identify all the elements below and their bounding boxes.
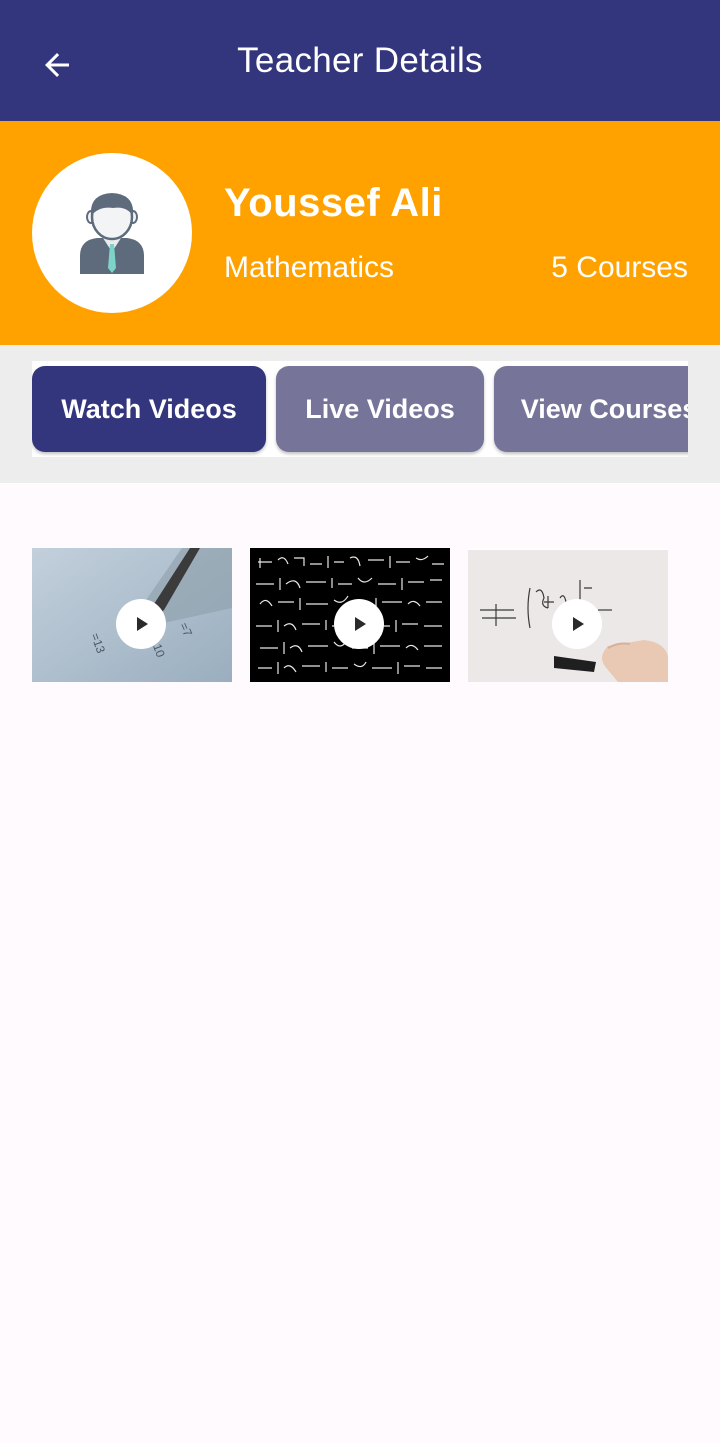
teacher-avatar-icon [80, 193, 144, 274]
arrow-left-icon [45, 53, 69, 77]
course-count: 5 Courses [551, 251, 688, 284]
video-card[interactable] [250, 548, 450, 682]
teacher-subject: Mathematics [224, 251, 395, 284]
play-icon [573, 617, 584, 631]
teacher-name: Youssef Ali [224, 181, 443, 225]
play-icon [355, 617, 366, 631]
avatar [32, 153, 192, 313]
play-button[interactable] [552, 599, 602, 649]
teacher-profile-header: Youssef Ali Mathematics 5 Courses [0, 121, 720, 345]
tab-live-videos[interactable]: Live Videos [276, 366, 484, 452]
play-button[interactable] [116, 599, 166, 649]
video-card[interactable]: =13 =7 10 [32, 548, 232, 682]
play-button[interactable] [334, 599, 384, 649]
tab-view-courses[interactable]: View Courses [494, 366, 688, 452]
video-card[interactable] [468, 548, 668, 682]
tab-section: Watch Videos Live Videos View Courses [0, 345, 720, 483]
back-button[interactable] [30, 38, 84, 92]
video-list: =13 =7 10 [32, 548, 668, 682]
tab-bar[interactable]: Watch Videos Live Videos View Courses [32, 361, 688, 457]
play-icon [137, 617, 148, 631]
tab-watch-videos[interactable]: Watch Videos [32, 366, 266, 452]
app-bar: Teacher Details [0, 0, 720, 121]
page-title: Teacher Details [237, 40, 483, 80]
